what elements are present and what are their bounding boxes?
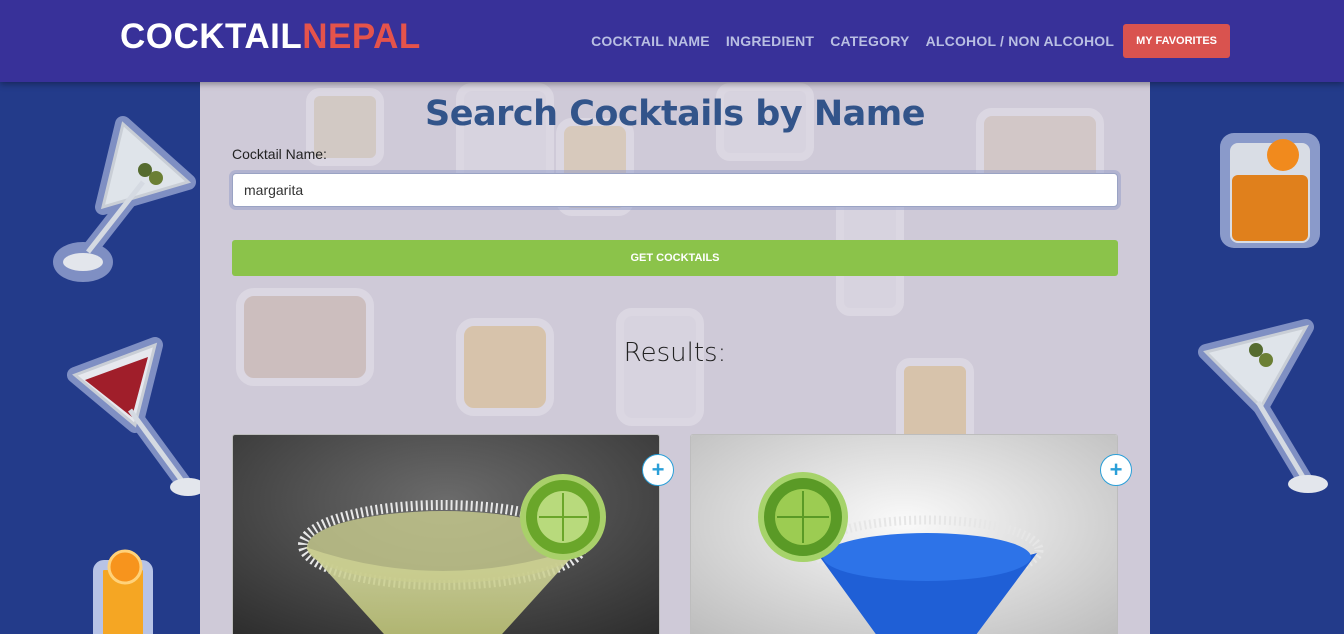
nav-alcohol[interactable]: ALCOHOL / NON ALCOHOL [926, 33, 1115, 49]
navbar: COCKTAILNEPAL COCKTAIL NAME INGREDIENT C… [0, 0, 1344, 82]
cosmopolitan-decoration-icon [67, 337, 206, 496]
martini-right-decoration-icon [1198, 319, 1328, 493]
main-panel: Search Cocktails by Name Cocktail Name: … [200, 82, 1150, 634]
brand-part-1: COCKTAIL [120, 17, 303, 56]
old-fashioned-decoration-icon [1220, 133, 1320, 248]
brand-logo[interactable]: COCKTAILNEPAL [120, 17, 421, 57]
cocktail-card[interactable] [232, 434, 660, 634]
add-favorite-button-2[interactable]: + [1100, 454, 1132, 486]
martini-decoration-icon [53, 116, 196, 282]
add-favorite-button-1[interactable]: + [642, 454, 674, 486]
cocktail-name-input[interactable] [232, 173, 1118, 207]
cocktail-name-label: Cocktail Name: [232, 146, 327, 162]
nav-ingredient[interactable]: INGREDIENT [726, 33, 814, 49]
blue-margarita-glass-image [691, 435, 1117, 634]
orange-drink-decoration-icon [93, 549, 153, 634]
results-title: Results: [623, 338, 727, 368]
nav-menu: COCKTAIL NAME INGREDIENT CATEGORY ALCOHO… [575, 23, 1230, 59]
nav-cocktail-name[interactable]: COCKTAIL NAME [591, 33, 710, 49]
get-cocktails-button[interactable]: GET COCKTAILS [232, 240, 1118, 276]
margarita-glass-image [233, 435, 659, 634]
page-title: Search Cocktails by Name [425, 94, 925, 134]
my-favorites-button[interactable]: MY FAVORITES [1123, 24, 1230, 58]
cocktail-card[interactable] [690, 434, 1118, 634]
nav-category[interactable]: CATEGORY [830, 33, 909, 49]
brand-part-2: NEPAL [302, 17, 421, 56]
